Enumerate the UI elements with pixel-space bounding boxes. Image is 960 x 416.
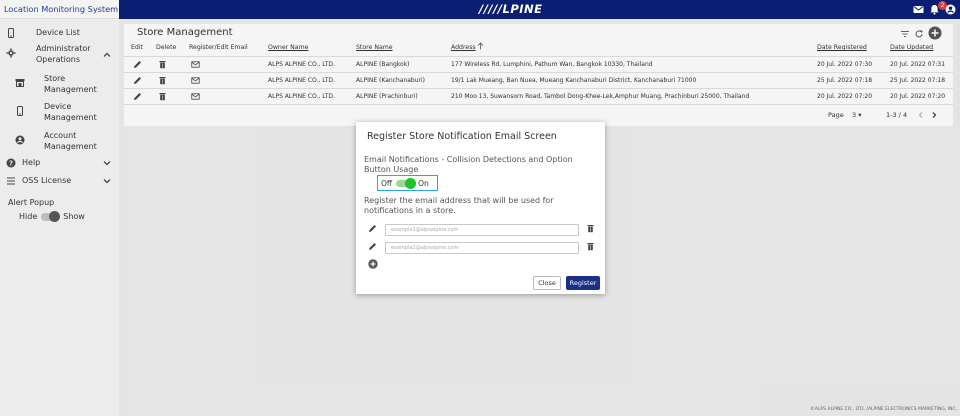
sidebar-label-oss-license: OSS License <box>22 176 72 185</box>
alert-popup-switch[interactable] <box>41 210 61 222</box>
app-title: Location Monitoring System <box>0 0 119 19</box>
edit-icon[interactable] <box>368 242 377 251</box>
header-bar: /////LPINE 2 <box>119 0 960 19</box>
notification-toggle[interactable]: Off On <box>377 175 438 191</box>
sidebar-item-store-management[interactable]: Store Management <box>0 72 119 96</box>
delete-icon[interactable] <box>586 224 595 233</box>
sidebar-item-account-management[interactable]: Account Management <box>0 129 119 153</box>
sidebar-item-device-list[interactable]: Device List <box>0 27 119 39</box>
dialog-title: Register Store Notification Email Screen <box>367 131 557 142</box>
sidebar-item-oss-license[interactable]: OSS License <box>0 175 119 187</box>
toggle-on-label: On <box>418 178 429 188</box>
email-notifications-label: Email Notifications - Collision Detectio… <box>364 155 573 174</box>
add-circle-icon[interactable] <box>368 259 378 269</box>
show-label: Show <box>63 212 85 221</box>
alpine-logo: /////LPINE <box>479 2 543 16</box>
register-button[interactable]: Register <box>566 276 600 290</box>
sidebar: Location Monitoring System Device List A… <box>0 0 119 416</box>
smartphone-icon <box>17 106 23 116</box>
chevron-down-icon[interactable] <box>102 158 112 168</box>
chevron-up-icon[interactable] <box>102 50 112 60</box>
notification-switch[interactable] <box>396 177 417 189</box>
delete-icon[interactable] <box>586 242 595 251</box>
hide-label: Hide <box>19 212 38 221</box>
sidebar-label-device-management: Device Management <box>44 102 97 122</box>
help-icon: ? <box>6 158 16 168</box>
sidebar-label-device-list: Device List <box>36 28 80 37</box>
chevron-down-icon[interactable] <box>102 176 112 186</box>
register-description: Register the email address that will be … <box>364 196 554 215</box>
close-button[interactable]: Close <box>533 276 561 290</box>
sidebar-item-admin-ops[interactable]: Administrator Operations <box>0 43 119 67</box>
sidebar-item-device-management[interactable]: Device Management <box>0 100 119 124</box>
alert-popup-toggle-row: Hide Show <box>19 210 85 222</box>
svg-text:?: ? <box>9 160 13 168</box>
account-circle-icon <box>15 135 25 145</box>
sidebar-label-help: Help <box>22 158 41 167</box>
edit-icon[interactable] <box>368 224 377 233</box>
email-input-1[interactable] <box>385 224 579 236</box>
alert-popup-label: Alert Popup <box>8 198 55 207</box>
account-circle-icon[interactable] <box>945 4 956 15</box>
sidebar-label-store-management: Store Management <box>44 74 97 94</box>
gear-icon <box>6 48 16 58</box>
sidebar-label-admin-ops: Administrator Operations <box>36 44 91 64</box>
toggle-off-label: Off <box>381 178 393 188</box>
email-input-2[interactable] <box>385 242 579 254</box>
sidebar-label-account-management: Account Management <box>44 131 97 151</box>
register-email-dialog: Register Store Notification Email Screen… <box>356 122 605 294</box>
store-icon <box>15 79 25 87</box>
list-icon <box>7 177 15 185</box>
smartphone-icon <box>8 28 14 38</box>
sidebar-item-help[interactable]: ? Help <box>0 157 119 169</box>
mail-icon[interactable] <box>913 4 924 15</box>
